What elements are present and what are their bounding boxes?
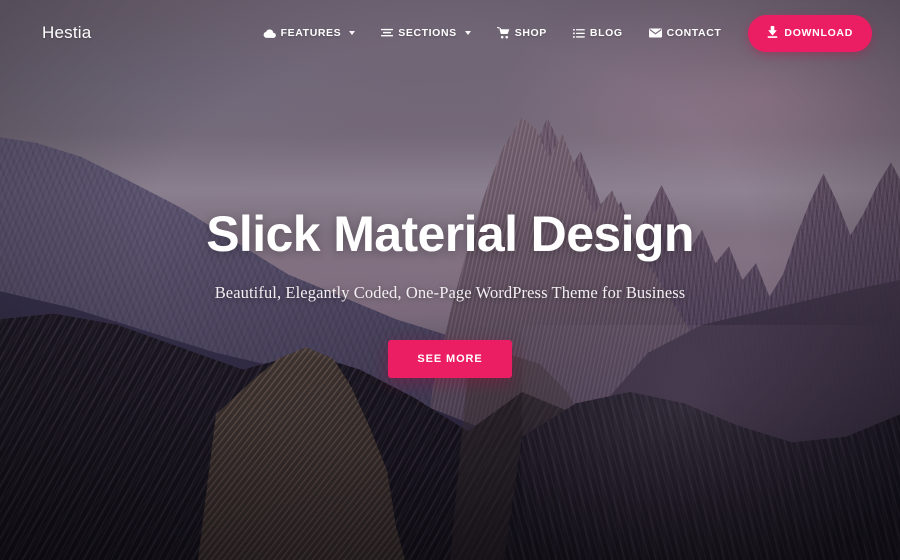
chevron-down-icon: [464, 31, 471, 35]
nav-item-features-label: FEATURES: [280, 27, 342, 39]
nav-item-blog-label: BLOG: [589, 27, 623, 39]
hero-background-image: [0, 0, 900, 560]
nav-item-contact-label: CONTACT: [666, 27, 722, 39]
shopping-cart-icon: [496, 27, 510, 39]
chevron-down-icon: [349, 31, 356, 35]
site-navbar: Hestia FEATURES SECTIONS SHOP BLOG CONTA…: [0, 0, 900, 66]
see-more-button[interactable]: SEE MORE: [388, 339, 512, 378]
nav-item-features[interactable]: FEATURES: [250, 19, 369, 47]
photo-vignette: [0, 0, 900, 560]
envelope-icon: [648, 28, 662, 38]
nav-item-contact[interactable]: CONTACT: [636, 19, 735, 47]
nav-item-shop-label: SHOP: [514, 27, 547, 39]
download-button-label: DOWNLOAD: [784, 27, 853, 39]
nav-menu: FEATURES SECTIONS SHOP BLOG CONTACT DOWN…: [250, 14, 872, 52]
list-bullet-icon: [572, 28, 585, 39]
brand-logo[interactable]: Hestia: [42, 23, 91, 43]
download-icon: [767, 25, 778, 41]
list-lines-icon: [381, 28, 394, 39]
nav-item-shop[interactable]: SHOP: [484, 19, 560, 47]
nav-item-sections[interactable]: SECTIONS: [368, 19, 483, 47]
nav-item-blog[interactable]: BLOG: [560, 19, 636, 47]
download-button[interactable]: DOWNLOAD: [748, 14, 872, 52]
hero-landing-page: Hestia FEATURES SECTIONS SHOP BLOG CONTA…: [0, 0, 900, 560]
cloud-icon: [263, 28, 276, 39]
nav-item-sections-label: SECTIONS: [398, 27, 457, 39]
